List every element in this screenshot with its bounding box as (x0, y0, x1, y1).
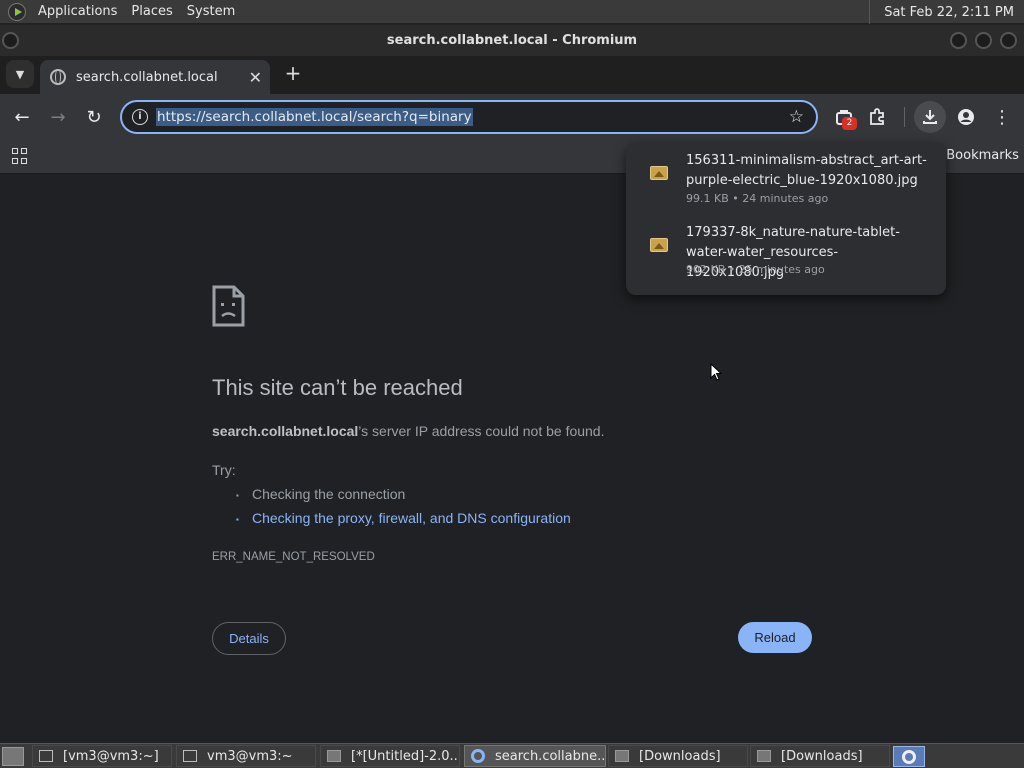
site-info-icon[interactable]: i (132, 109, 148, 125)
extension-badge: 2 (842, 117, 857, 130)
folder-icon (757, 750, 771, 762)
taskbar-item-label: search.collabne... (495, 748, 606, 764)
window-menu-button[interactable] (2, 32, 19, 49)
tab-title: search.collabnet.local (76, 69, 218, 85)
browser-menu-button[interactable]: ⋮ (990, 105, 1014, 129)
panel-clock[interactable]: Sat Feb 22, 2:11 PM (869, 0, 1024, 24)
download-meta: 99.1 KB • 24 minutes ago (686, 192, 829, 205)
globe-icon (50, 69, 66, 85)
tab-close-button[interactable]: ✕ (249, 68, 262, 87)
download-meta: 902 KB • 25 minutes ago (686, 263, 825, 276)
sad-document-icon (212, 285, 245, 327)
gnome-logo-icon[interactable] (8, 2, 26, 21)
terminal-icon (183, 750, 197, 762)
panel-menu-applications[interactable]: Applications (32, 0, 125, 24)
toolbar-separator (904, 107, 905, 127)
extensions-puzzle-icon[interactable] (865, 105, 889, 129)
downloads-bubble: 156311-minimalism-abstract_art-art-purpl… (626, 143, 946, 295)
address-bar[interactable]: i https://search.collabnet.local/search?… (120, 100, 818, 134)
download-icon (923, 110, 937, 124)
image-file-icon (650, 238, 668, 252)
new-tab-button[interactable]: + (282, 62, 304, 84)
error-description-rest: ’s server IP address could not be found. (358, 423, 605, 439)
image-file-icon (650, 166, 668, 180)
suggestion-link-text[interactable]: Checking the proxy, firewall, and DNS co… (252, 510, 571, 526)
close-window-button[interactable] (1000, 32, 1017, 49)
error-host: search.collabnet.local (212, 423, 359, 439)
reload-button[interactable]: ↻ (82, 105, 106, 129)
panel-menu-places[interactable]: Places (125, 0, 180, 24)
taskbar-item-chromium[interactable]: search.collabne... (464, 745, 606, 767)
tab-search-collabnet[interactable]: search.collabnet.local ✕ (40, 60, 270, 94)
chevron-down-icon: ▼ (15, 67, 25, 81)
taskbar-item-label: [Downloads] (781, 748, 863, 764)
taskbar-item-terminal-1[interactable]: [vm3@vm3:~] (32, 745, 172, 767)
top-panel: Applications Places System Sat Feb 22, 2… (0, 0, 1024, 24)
taskbar-item-label: [*[Untitled]-2.0... (351, 748, 460, 764)
download-item[interactable]: 156311-minimalism-abstract_art-art-purpl… (626, 151, 946, 221)
window-title: search.collabnet.local - Chromium (386, 33, 638, 48)
chromium-icon (902, 749, 916, 764)
suggestion-check-proxy-link[interactable]: Checking the proxy, firewall, and DNS co… (236, 510, 571, 526)
taskbar: [vm3@vm3:~] vm3@vm3:~ [*[Untitled]-2.0..… (0, 743, 1024, 768)
forward-button[interactable]: → (46, 105, 70, 129)
mouse-cursor-icon (710, 363, 722, 381)
error-description: search.collabnet.local’s server IP addre… (212, 423, 605, 439)
back-button[interactable]: ← (10, 105, 34, 129)
maximize-button[interactable] (975, 32, 992, 49)
minimize-button[interactable] (950, 32, 967, 49)
download-filename: 156311-minimalism-abstract_art-art-purpl… (686, 153, 927, 188)
bookmark-star-icon[interactable]: ☆ (789, 107, 804, 127)
taskbar-item-label: [vm3@vm3:~] (63, 748, 159, 764)
suggestion-text: Checking the connection (252, 486, 406, 502)
try-label: Try: (212, 462, 236, 478)
show-desktop-button[interactable] (2, 747, 24, 766)
url-text[interactable]: https://search.collabnet.local/search?q=… (156, 108, 473, 126)
folder-icon (615, 750, 629, 762)
apps-grid-icon[interactable] (12, 148, 28, 164)
terminal-icon (39, 750, 53, 762)
tab-strip: ▼ search.collabnet.local ✕ + (0, 56, 1024, 94)
panel-menu-system[interactable]: System (181, 0, 243, 24)
taskbar-item-downloads-1[interactable]: [Downloads] (608, 745, 748, 767)
taskbar-item-label: [Downloads] (639, 748, 721, 764)
taskbar-item-downloads-2[interactable]: [Downloads] (750, 745, 890, 767)
menu-label: System (186, 4, 236, 19)
details-button[interactable]: Details (212, 622, 286, 655)
download-item[interactable]: 179337-8k_nature-nature-tablet-water-wat… (626, 223, 946, 293)
menu-label: Applications (38, 4, 118, 19)
taskbar-item-terminal-2[interactable]: vm3@vm3:~ (176, 745, 316, 767)
browser-toolbar: ← → ↻ i https://search.collabnet.local/s… (0, 94, 1024, 140)
workspace-switcher[interactable] (893, 746, 925, 767)
taskbar-item-image-editor[interactable]: [*[Untitled]-2.0... (320, 745, 460, 767)
window-titlebar[interactable]: search.collabnet.local - Chromium (0, 25, 1024, 56)
tab-search-button[interactable]: ▼ (6, 60, 34, 88)
error-title: This site can’t be reached (212, 375, 463, 400)
image-editor-icon (327, 750, 341, 762)
chromium-icon (471, 749, 485, 763)
error-code: ERR_NAME_NOT_RESOLVED (212, 551, 375, 563)
profile-icon[interactable] (954, 105, 978, 129)
plus-icon: + (284, 61, 302, 85)
taskbar-item-label: vm3@vm3:~ (207, 748, 293, 764)
menu-label: Places (131, 4, 173, 19)
suggestion-check-connection: Checking the connection (236, 486, 405, 502)
downloads-button[interactable] (914, 101, 946, 133)
reload-page-button[interactable]: Reload (738, 622, 812, 653)
